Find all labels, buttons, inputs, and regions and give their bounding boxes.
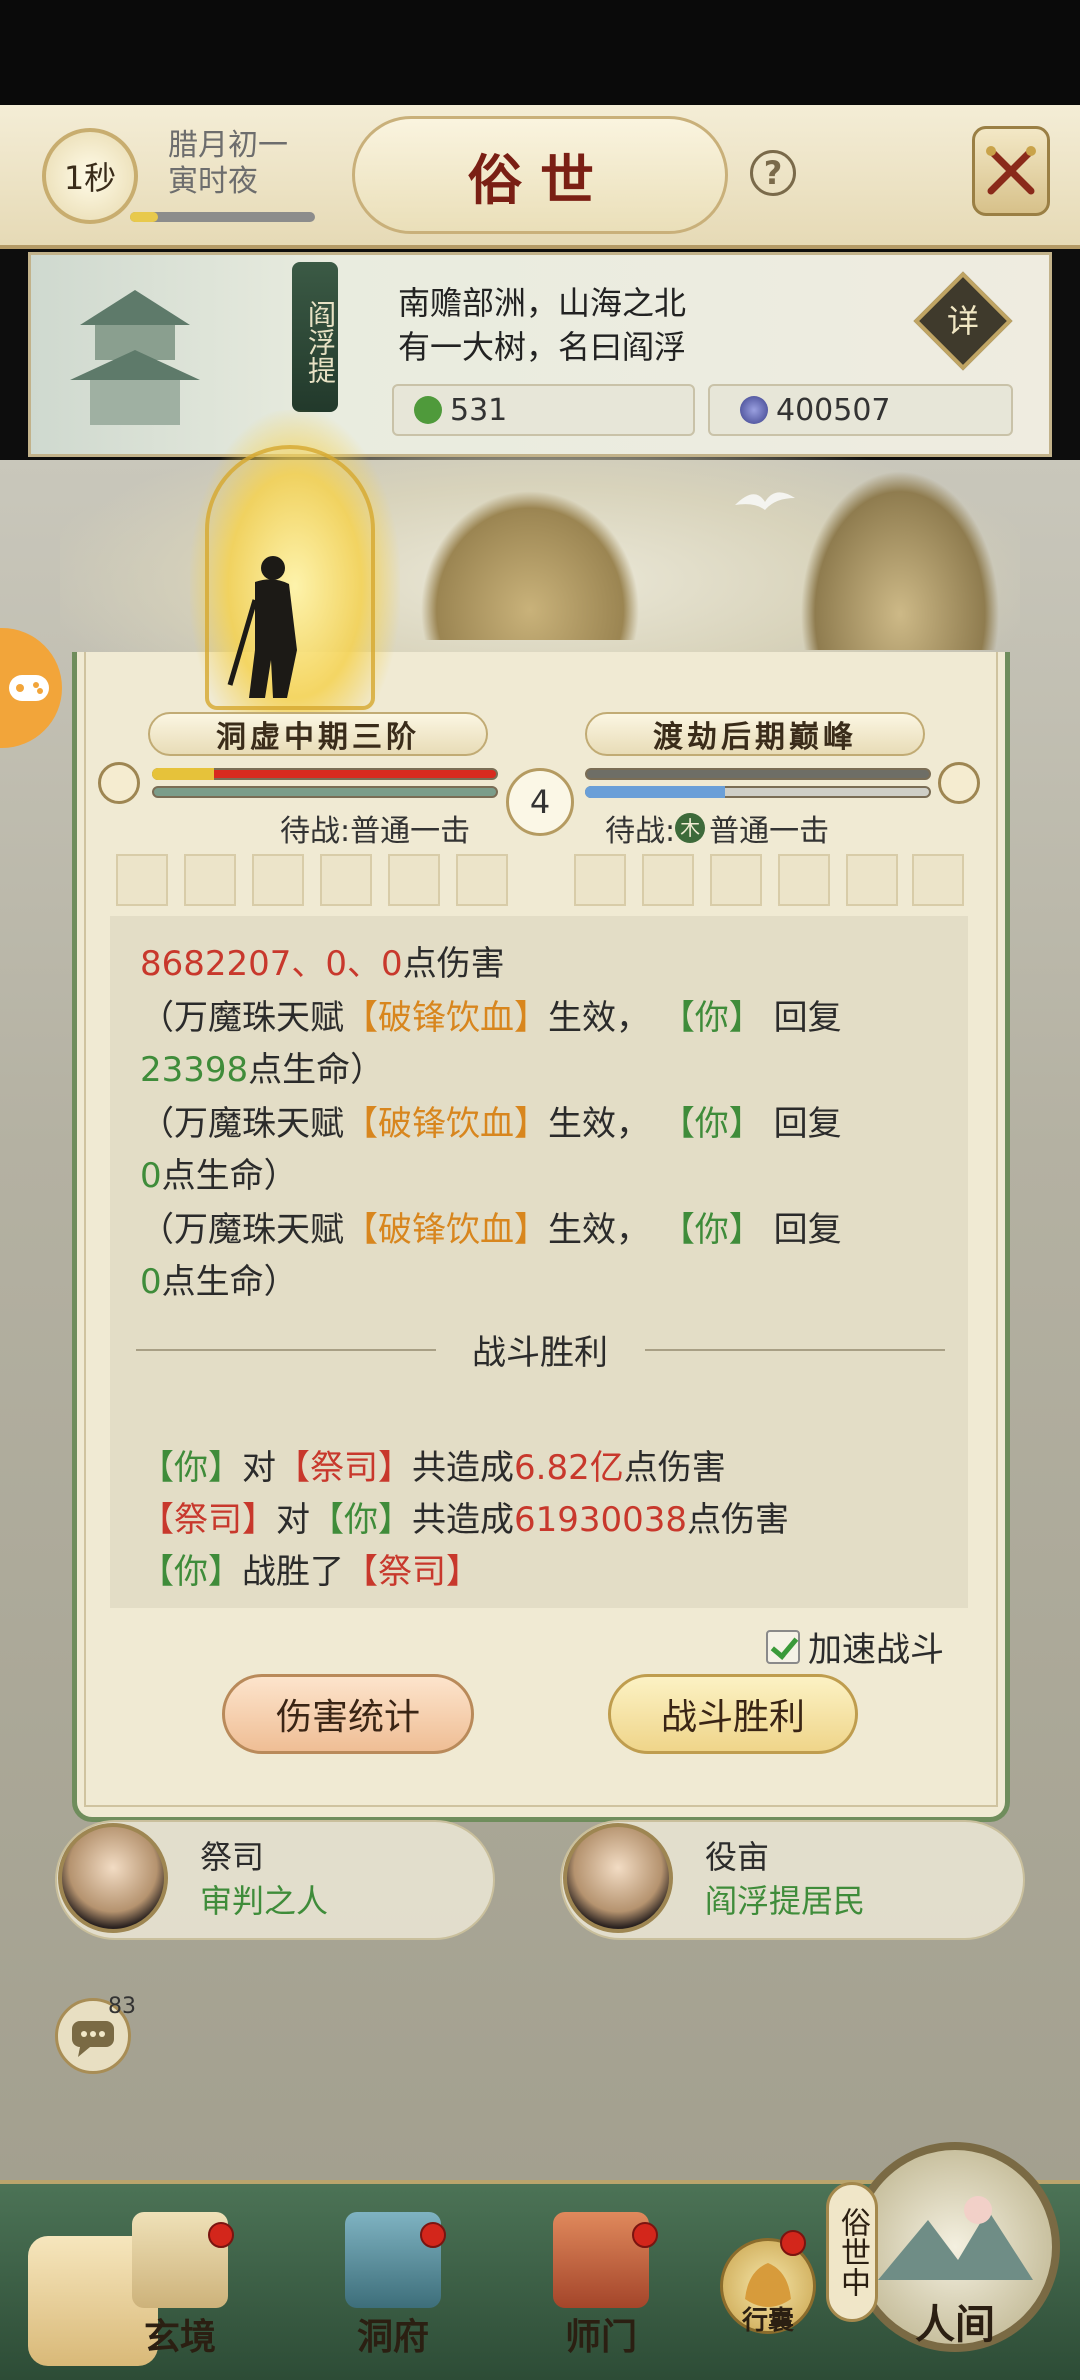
battle-log[interactable]: 8682207、0、0点伤害 （万魔珠天赋【破锋饮血】生效， 【你】 回复 23… [110, 916, 968, 1608]
enemy-rank-plate: 渡劫后期巅峰 [585, 712, 925, 756]
timer-badge: 1秒 [42, 128, 138, 224]
enemy-status: 待战: 木 普通一击 [605, 806, 829, 850]
damage-stats-button[interactable]: 伤害统计 [222, 1674, 474, 1754]
spirit-stone-resource: 531 [392, 384, 695, 436]
summary-line-result: 【你】战胜了【祭司】 [140, 1552, 480, 1592]
notification-dot [208, 2222, 234, 2248]
log-line: （万魔珠天赋【破锋饮血】生效， 【你】 回复 [140, 998, 842, 1038]
jade-stone-icon [414, 396, 442, 424]
battle-victory-button[interactable]: 战斗胜利 [608, 1674, 858, 1754]
npc-name: 役亩 [705, 1838, 770, 1876]
currency-count: 400507 [776, 392, 891, 428]
enemy-buff-slot [778, 854, 830, 906]
log-line: （万魔珠天赋【破锋饮血】生效， 【你】 回复 [140, 1104, 842, 1144]
nav-label: 玄境 [143, 2316, 216, 2358]
player-hp-shield-segment [152, 768, 214, 780]
enemy-buff-slot [710, 854, 762, 906]
player-character-silhouette [227, 556, 297, 698]
divider-left [136, 1349, 436, 1351]
nav-label: 行囊 [741, 2306, 794, 2336]
notification-dot [780, 2230, 806, 2256]
world-status-tag: 俗世中 [826, 2182, 878, 2322]
pagoda-illustration [70, 290, 200, 425]
region-name-tag: 阎浮提 [292, 262, 338, 412]
speed-up-toggle[interactable]: 加速战斗 [766, 1622, 944, 1671]
date-line-2: 寅时夜 [168, 164, 258, 199]
victory-heading: 战斗胜利 [472, 1333, 608, 1373]
speed-up-label: 加速战斗 [808, 1630, 944, 1670]
divider-right [645, 1349, 945, 1351]
title-plaque: 俗世 [352, 116, 728, 234]
region-description-line-2: 有一大树，名曰阎浮 [398, 328, 687, 366]
enemy-mp-fill [585, 786, 725, 798]
crane-bird-icon [735, 492, 795, 510]
orb-coin-icon [740, 396, 768, 424]
nav-label: 师门 [564, 2316, 637, 2358]
npc-role: 阎浮提居民 [705, 1882, 866, 1920]
chat-unread-count: 83 [108, 1994, 136, 2019]
log-line: （万魔珠天赋【破锋饮血】生效， 【你】 回复 [140, 1210, 842, 1250]
npc-name: 祭司 [200, 1838, 265, 1876]
help-button[interactable]: ? [750, 150, 796, 196]
log-line: 0点生命） [140, 1156, 298, 1196]
wood-element-icon: 木 [675, 813, 706, 843]
player-mp-bar [152, 786, 498, 798]
time-progress-fill [130, 212, 158, 222]
speed-up-checkbox[interactable] [766, 1629, 800, 1664]
enemy-status-action: 普通一击 [709, 814, 830, 849]
notification-dot [420, 2222, 446, 2248]
gamepad-icon [9, 675, 49, 701]
enemy-status-prefix: 待战: [605, 814, 676, 849]
date-line-1: 腊月初一 [168, 128, 288, 163]
region-description-line-1: 南赡部洲，山海之北 [398, 284, 687, 322]
player-status: 待战:普通一击 [280, 814, 471, 849]
player-buff-slot [320, 854, 372, 906]
round-counter: 4 [506, 768, 574, 836]
npc-role: 审判之人 [200, 1882, 329, 1920]
detail-button-label: 详 [946, 302, 979, 340]
player-buff-slot [456, 854, 508, 906]
player-stats-icon[interactable] [98, 762, 140, 804]
log-line: 8682207、0、0点伤害 [140, 944, 505, 984]
mountain-scenery [420, 490, 640, 640]
log-line: 0点生命） [140, 1262, 298, 1302]
player-rank-plate: 洞虚中期三阶 [148, 712, 488, 756]
enemy-buff-slot [642, 854, 694, 906]
close-button[interactable] [972, 126, 1050, 216]
npc-avatar [58, 1823, 168, 1933]
enemy-buff-slot [574, 854, 626, 906]
enemy-stats-icon[interactable] [938, 762, 980, 804]
notification-dot [632, 2222, 658, 2248]
summary-line-priest: 【祭司】对【你】共造成61930038点伤害 [140, 1500, 790, 1540]
game-date: 腊月初一 寅时夜 [168, 128, 328, 200]
player-buff-slot [116, 854, 168, 906]
player-buff-slot [388, 854, 440, 906]
player-buff-slot [252, 854, 304, 906]
summary-line-you: 【你】对【祭司】共造成6.82亿点伤害 [140, 1448, 726, 1488]
nav-label: 人间 [915, 2301, 995, 2348]
player-buff-slot [184, 854, 236, 906]
currency-resource: 400507 [708, 384, 1013, 436]
enemy-hp-bar [585, 768, 931, 780]
nav-label: 洞府 [356, 2316, 429, 2358]
log-line: 23398点生命） [140, 1050, 385, 1090]
enemy-buff-slot [846, 854, 898, 906]
crossed-swords-close-icon [986, 146, 1036, 195]
page-title: 俗世 [468, 147, 612, 212]
enemy-buff-slot [912, 854, 964, 906]
status-bar [0, 0, 1080, 105]
npc-avatar [563, 1823, 673, 1933]
mountain-scenery-right [800, 470, 1000, 650]
spirit-stone-count: 531 [450, 392, 508, 428]
